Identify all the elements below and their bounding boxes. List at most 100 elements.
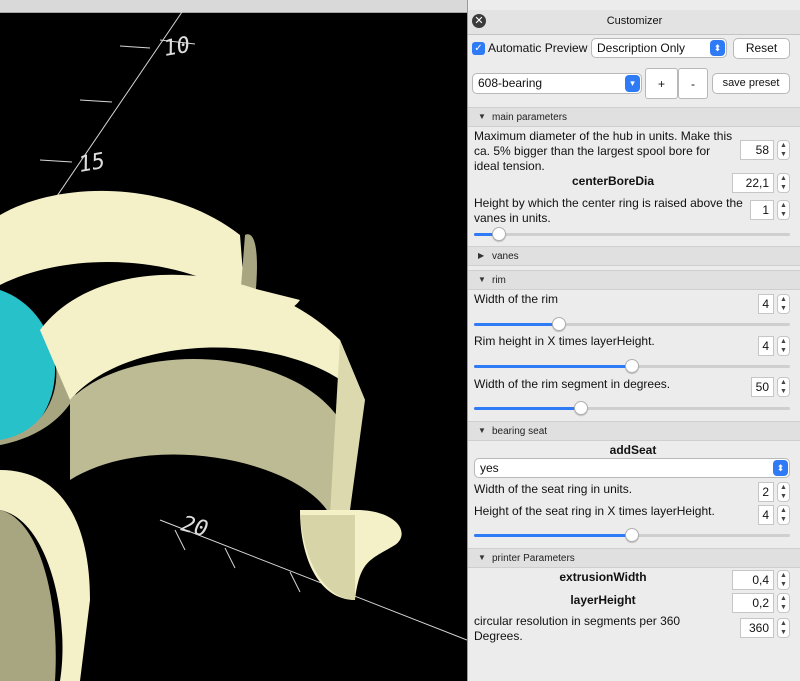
center-bore-stepper[interactable]: 22,1 ▲ ▼ xyxy=(730,173,790,193)
stepper-value[interactable]: 50 xyxy=(751,377,774,397)
rim-segment-stepper[interactable]: 50 ▲ ▼ xyxy=(751,377,790,397)
stepper-arrows-icon[interactable]: ▲ ▼ xyxy=(777,593,790,613)
stepper-value[interactable]: 4 xyxy=(758,336,774,356)
slider-handle[interactable] xyxy=(625,528,639,542)
slider-fill xyxy=(474,323,560,326)
rim-height-stepper[interactable]: 4 ▲ ▼ xyxy=(758,336,790,356)
slider-fill xyxy=(474,365,632,368)
param-desc: Width of the rim xyxy=(474,292,559,306)
stepper-arrows-icon[interactable]: ▲ ▼ xyxy=(777,505,790,525)
axis-label-10: 10 xyxy=(162,33,192,62)
stepper-arrows-icon[interactable]: ▲ ▼ xyxy=(777,294,790,314)
section-title: vanes xyxy=(492,251,519,262)
rim-height-slider[interactable] xyxy=(474,359,790,373)
triangle-down-icon: ▼ xyxy=(478,553,486,562)
param-desc: Width of the rim segment in degrees. xyxy=(474,377,671,391)
stepper-arrows-icon[interactable]: ▲ ▼ xyxy=(777,336,790,356)
slider-handle[interactable] xyxy=(625,359,639,373)
stepper-value[interactable]: 4 xyxy=(758,294,774,314)
preset-select-value: 608-bearing xyxy=(478,76,543,90)
add-seat-value: yes xyxy=(480,461,499,475)
3d-viewport[interactable]: 10 15 20 xyxy=(0,0,467,681)
stepper-arrows-icon[interactable]: ▲ ▼ xyxy=(777,618,790,638)
stepper-arrows-icon[interactable]: ▲ ▼ xyxy=(777,200,790,220)
triangle-down-icon: ▼ xyxy=(478,112,486,121)
stepper-arrows-icon[interactable]: ▲ ▼ xyxy=(777,570,790,590)
slider-track xyxy=(474,233,790,236)
axis-tick xyxy=(79,99,113,103)
chevron-updown-icon: ⬍ xyxy=(773,460,788,476)
mode-select[interactable]: Description Only ⬍ xyxy=(591,38,727,58)
slider-fill xyxy=(474,534,632,537)
stepper-value[interactable]: 0,2 xyxy=(732,593,774,613)
customizer-titlebar: ✕ Customizer xyxy=(468,10,800,35)
param-desc: Rim height in X times layerHeight. xyxy=(474,334,655,348)
axis-label-15: 15 xyxy=(77,149,107,178)
stepper-value[interactable]: 360 xyxy=(740,618,774,638)
chevron-updown-icon: ⬍ xyxy=(710,40,725,56)
stepper-value[interactable]: 58 xyxy=(740,140,774,160)
section-rim[interactable]: ▼ rim xyxy=(468,270,800,290)
triangle-down-icon: ▼ xyxy=(478,275,486,284)
axis-tick xyxy=(289,571,301,593)
rim-segment-slider[interactable] xyxy=(474,401,790,415)
chevron-down-icon: ▾ xyxy=(625,75,640,92)
param-name: centerBoreDia xyxy=(571,174,655,188)
seat-height-stepper[interactable]: 4 ▲ ▼ xyxy=(758,505,790,525)
param-name: extrusionWidth xyxy=(559,570,647,584)
layer-height-stepper[interactable]: 0,2 ▲ ▼ xyxy=(730,593,790,613)
param-desc: circular resolution in segments per 360 … xyxy=(474,614,681,643)
param-desc: Width of the seat ring in units. xyxy=(474,482,633,496)
axis-tick xyxy=(119,45,151,49)
reset-button[interactable]: Reset xyxy=(733,38,790,59)
center-ring-height-stepper[interactable]: 1 ▲ ▼ xyxy=(748,200,790,220)
mode-select-value: Description Only xyxy=(597,41,686,55)
slider-handle[interactable] xyxy=(574,401,589,415)
stepper-value[interactable]: 22,1 xyxy=(732,173,774,193)
customizer-panel: ✕ Customizer ✓ Automatic Preview Descrip… xyxy=(467,0,800,681)
slider-handle[interactable] xyxy=(552,317,567,331)
save-preset-button[interactable]: save preset xyxy=(712,73,790,94)
section-bearing-seat[interactable]: ▼ bearing seat xyxy=(468,421,800,441)
section-printer-parameters[interactable]: ▼ printer Parameters xyxy=(468,548,800,568)
param-name: addSeat xyxy=(609,443,657,457)
stepper-value[interactable]: 1 xyxy=(750,200,774,220)
param-desc: Maximum diameter of the hub in units. Ma… xyxy=(474,129,733,173)
param-name: layerHeight xyxy=(570,593,636,607)
automatic-preview-label: Automatic Preview xyxy=(488,41,588,55)
slider-handle[interactable] xyxy=(492,227,507,241)
axis-tick xyxy=(39,159,73,163)
automatic-preview-checkbox[interactable]: ✓ xyxy=(472,42,485,55)
section-title: printer Parameters xyxy=(492,553,575,564)
preset-select[interactable]: 608-bearing ▾ xyxy=(472,73,642,94)
remove-preset-button[interactable]: - xyxy=(678,68,708,99)
stepper-arrows-icon[interactable]: ▲ ▼ xyxy=(777,377,790,397)
seat-width-stepper[interactable]: 2 ▲ ▼ xyxy=(758,482,790,502)
stepper-arrows-icon[interactable]: ▲ ▼ xyxy=(777,482,790,502)
ring-middle-inner xyxy=(70,358,340,515)
param-desc: Height by which the center ring is raise… xyxy=(474,196,743,225)
seat-height-slider[interactable] xyxy=(474,528,790,542)
add-preset-button[interactable]: + xyxy=(645,68,678,99)
add-seat-select[interactable]: yes ⬍ xyxy=(474,458,790,478)
stepper-value[interactable]: 2 xyxy=(758,482,774,502)
section-main-parameters[interactable]: ▼ main parameters xyxy=(468,107,800,127)
window-title: Customizer xyxy=(606,15,663,27)
stepper-arrows-icon[interactable]: ▲ ▼ xyxy=(777,140,790,160)
rim-width-stepper[interactable]: 4 ▲ ▼ xyxy=(758,294,790,314)
rim-width-slider[interactable] xyxy=(474,317,790,331)
stepper-value[interactable]: 4 xyxy=(758,505,774,525)
center-ring-height-slider[interactable] xyxy=(474,227,790,241)
resolution-stepper[interactable]: 360 ▲ ▼ xyxy=(740,618,790,638)
hub-diameter-stepper[interactable]: 58 ▲ ▼ xyxy=(738,140,790,160)
stepper-value[interactable]: 0,4 xyxy=(732,570,774,590)
section-title: main parameters xyxy=(492,112,568,123)
triangle-right-icon: ▶ xyxy=(478,251,485,260)
section-title: bearing seat xyxy=(492,426,548,437)
model-render: 10 15 20 xyxy=(0,11,467,681)
section-vanes[interactable]: ▶ vanes xyxy=(468,246,800,266)
axis-tick xyxy=(224,547,236,569)
slider-fill xyxy=(474,407,582,410)
extrusion-width-stepper[interactable]: 0,4 ▲ ▼ xyxy=(730,570,790,590)
stepper-arrows-icon[interactable]: ▲ ▼ xyxy=(777,173,790,193)
